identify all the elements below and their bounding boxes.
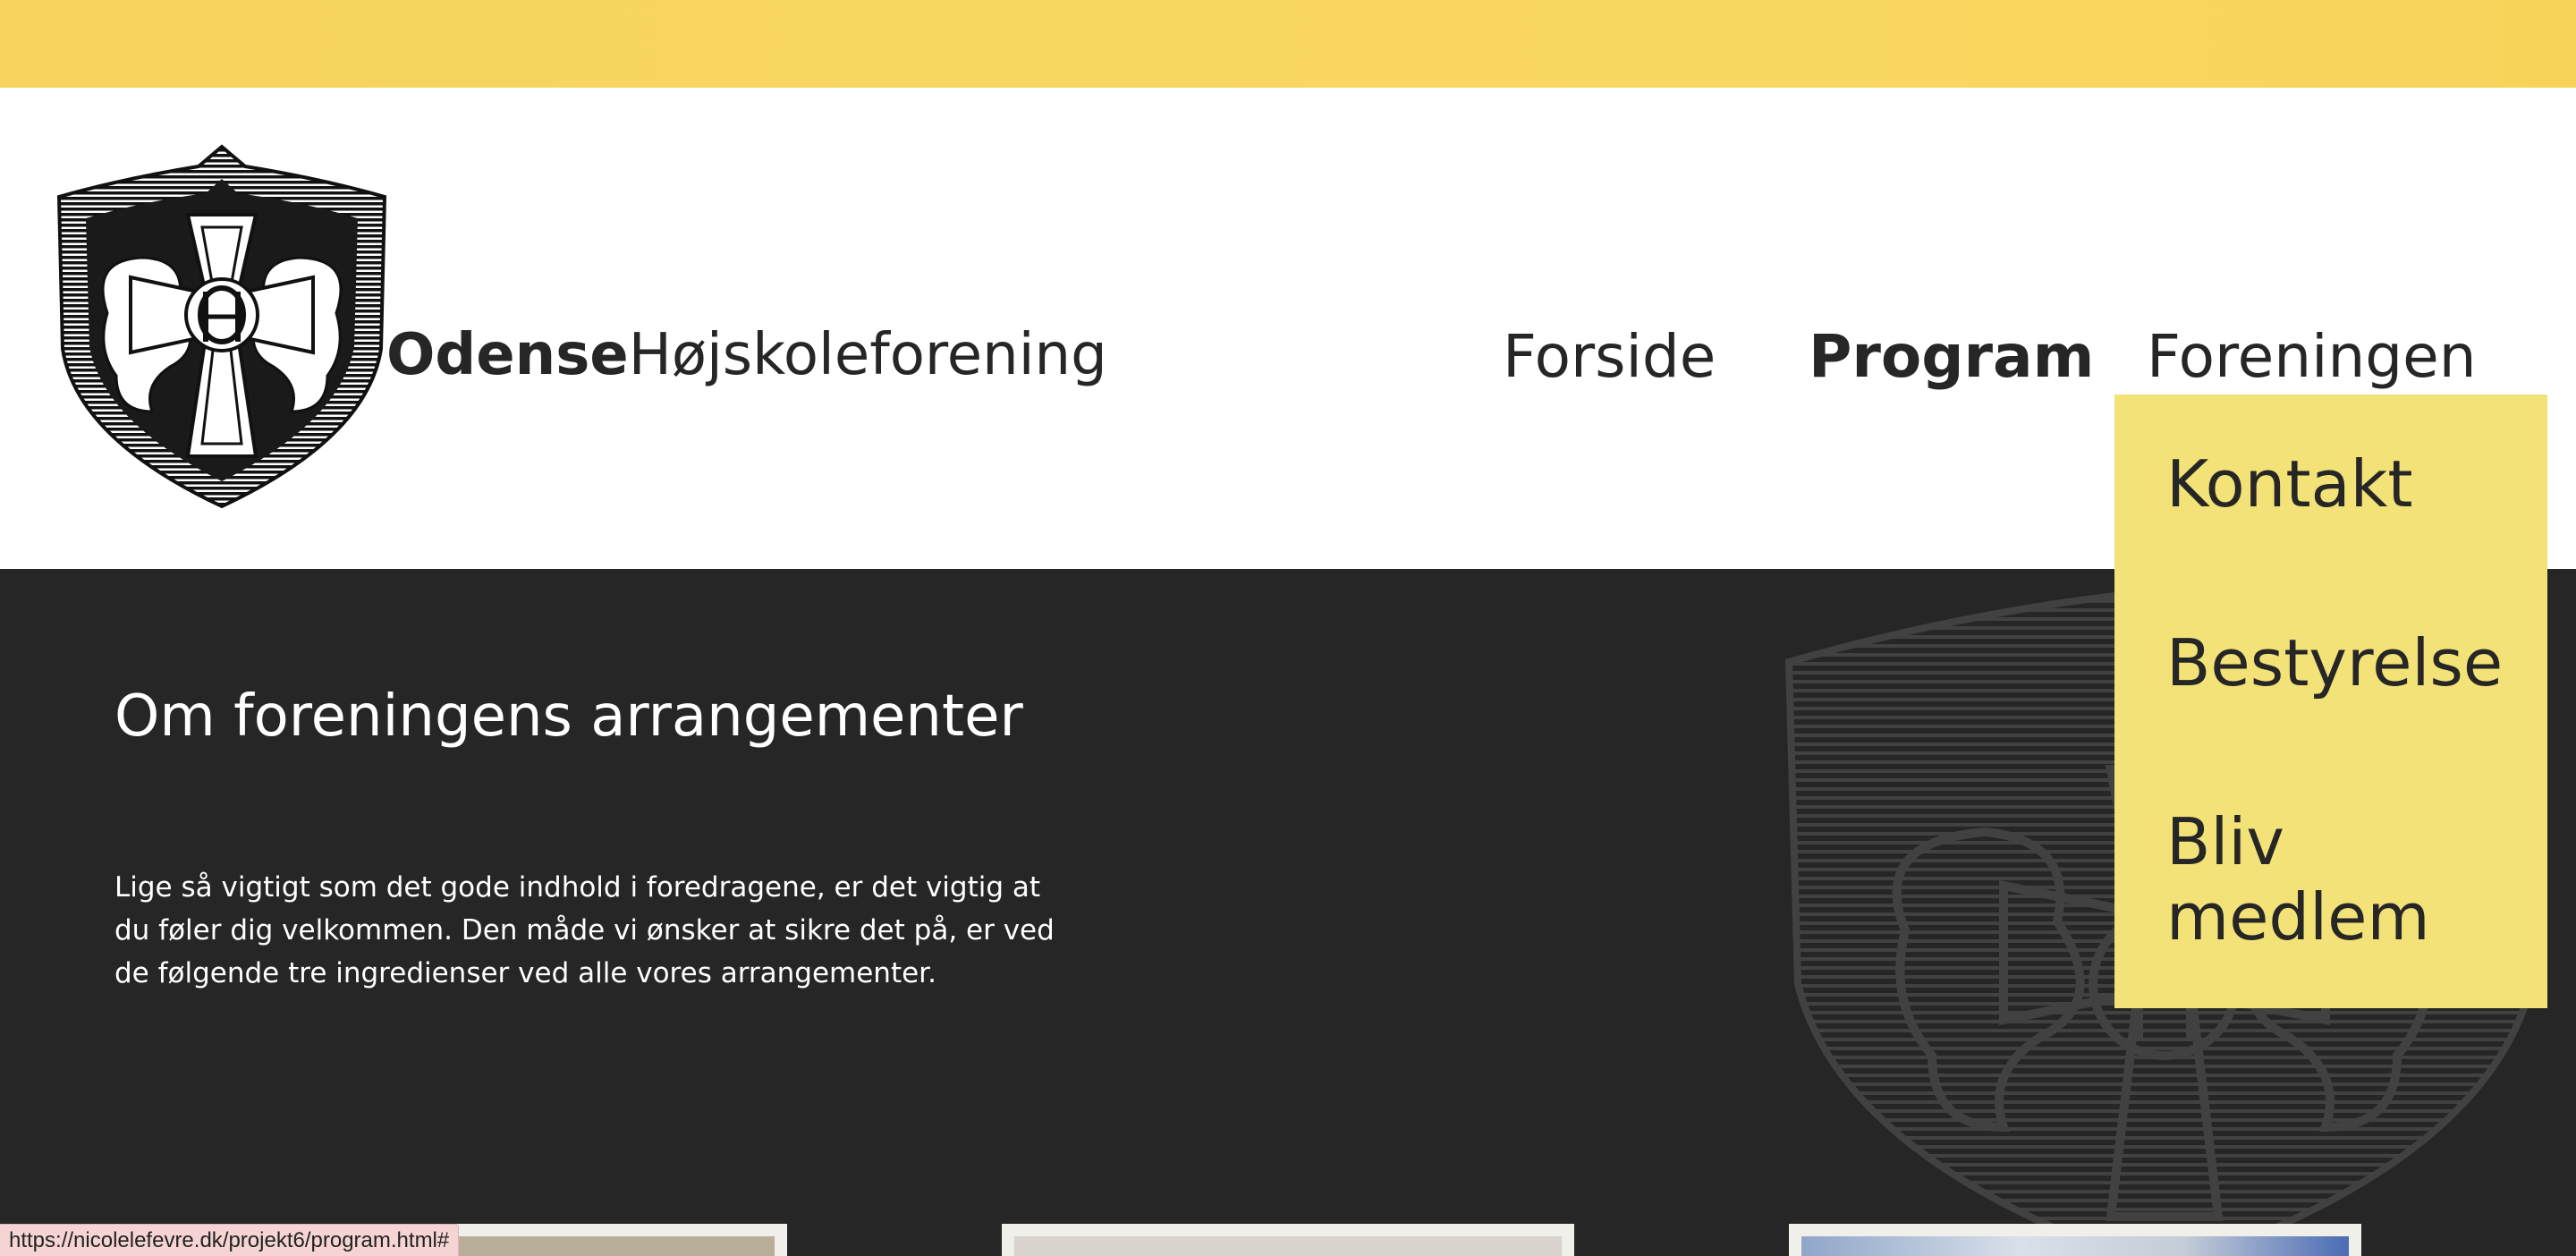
card-photo: [1801, 1236, 2349, 1256]
menu-item-bestyrelse[interactable]: Bestyrelse: [2166, 625, 2503, 700]
event-card-image[interactable]: [1789, 1224, 2361, 1256]
top-accent-bar: [0, 0, 2576, 88]
menu-item-kontakt[interactable]: Kontakt: [2166, 446, 2413, 522]
foreningen-dropdown-menu: Kontakt Bestyrelse Bliv medlem: [2114, 395, 2547, 1008]
site-brand[interactable]: OdenseHøjskoleforening: [386, 322, 1107, 394]
menu-item-bliv-medlem[interactable]: Bliv medlem: [2166, 804, 2524, 955]
card-photo: [1014, 1236, 1562, 1256]
nav-forside[interactable]: Forside: [1503, 322, 1716, 391]
crest-logo-icon[interactable]: [54, 143, 390, 510]
brand-light: Højskoleforening: [628, 322, 1107, 388]
brand-bold: Odense: [386, 322, 629, 388]
section-body-text: Lige så vigtigt som det gode indhold i f…: [114, 871, 1055, 989]
event-card-image[interactable]: [1002, 1224, 1574, 1256]
browser-status-bar-url: https://nicolelefevre.dk/projekt6/progra…: [0, 1224, 460, 1256]
section-heading: Om foreningens arrangementer: [114, 683, 1023, 750]
nav-program[interactable]: Program: [1809, 322, 2094, 391]
page: OdenseHøjskoleforening Forside Program F…: [0, 0, 2576, 1256]
nav-foreningen[interactable]: Foreningen: [2147, 322, 2477, 391]
